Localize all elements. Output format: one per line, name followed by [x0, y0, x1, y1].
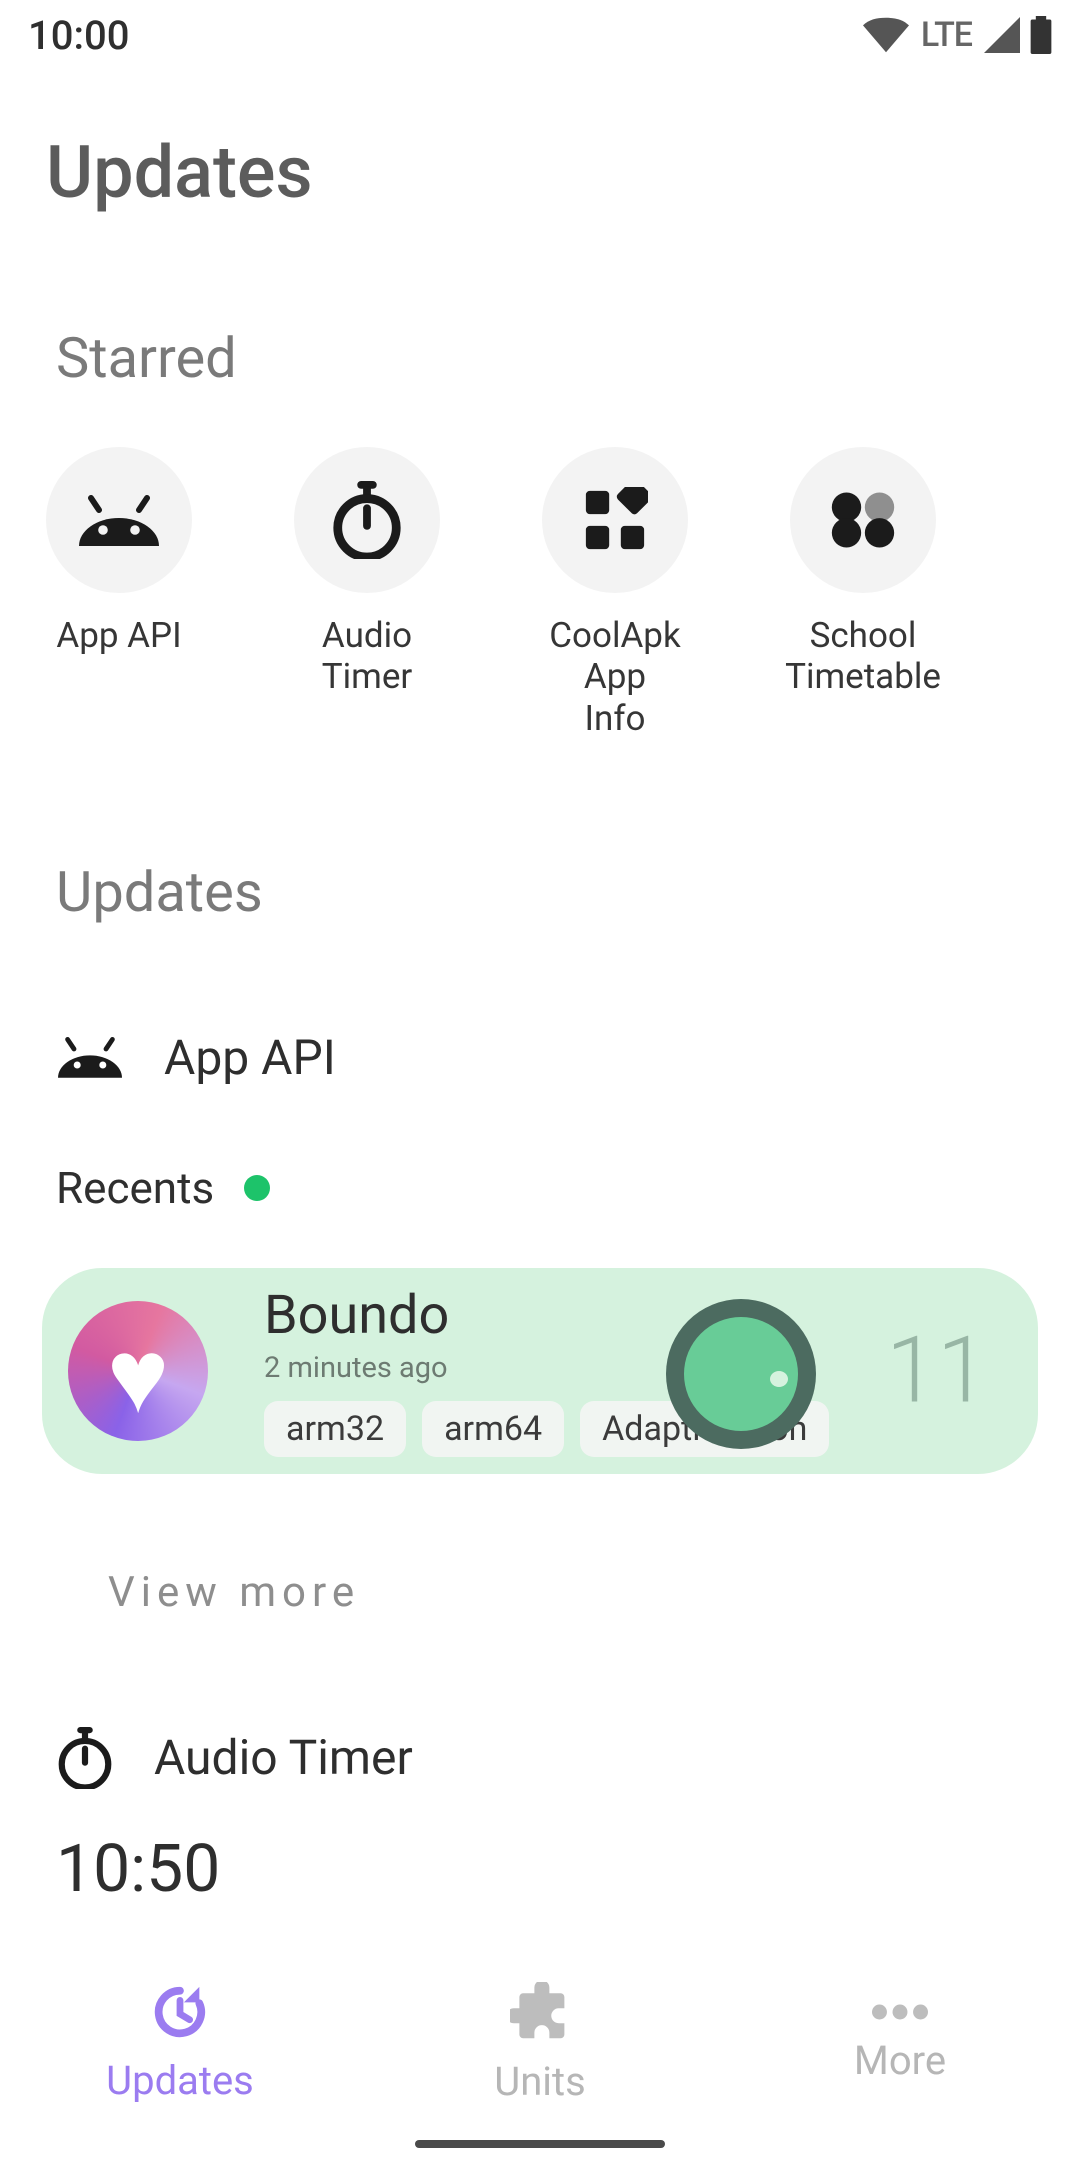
- widgets-icon: [542, 447, 688, 593]
- gesture-bar[interactable]: [415, 2140, 665, 2148]
- widget-audio-timer-header[interactable]: Audio Timer: [0, 1727, 1080, 1789]
- tag-arch: arm32: [264, 1401, 406, 1457]
- battery-icon: [1030, 16, 1052, 54]
- widget-app-api-header[interactable]: App API: [0, 1029, 1080, 1086]
- api-level: 11: [886, 1317, 988, 1424]
- starred-label: App API: [56, 615, 181, 656]
- widget-title: Audio Timer: [154, 1729, 413, 1786]
- nav-label: Units: [494, 2058, 585, 2105]
- nav-tab-updates[interactable]: Updates: [0, 1958, 360, 2128]
- tag-row: arm32 arm64 Adaptive icon: [264, 1401, 984, 1457]
- section-starred-heading: Starred: [0, 325, 1080, 391]
- clock-refresh-icon: [151, 1983, 209, 2041]
- android-version-disc-icon: [666, 1299, 816, 1449]
- android-icon: [58, 1035, 122, 1079]
- timer-value: 10:50: [0, 1831, 1080, 1908]
- starred-row: App API Audio Timer CoolApk AppInfo Scho…: [0, 391, 1080, 739]
- app-card-boundo[interactable]: Boundo 2 minutes ago arm32 arm64 Adaptiv…: [42, 1268, 1038, 1474]
- nav-label: Updates: [106, 2057, 254, 2104]
- puzzle-icon: [510, 1982, 570, 2042]
- status-right: LTE: [863, 15, 1052, 55]
- bottom-nav: Updates Units More: [0, 1958, 1080, 2128]
- starred-item-audio-timer[interactable]: Audio Timer: [282, 447, 452, 739]
- starred-item-app-api[interactable]: App API: [34, 447, 204, 739]
- nav-tab-more[interactable]: More: [720, 1958, 1080, 2128]
- recents-label: Recents: [56, 1162, 214, 1214]
- app-name: Boundo: [264, 1284, 984, 1347]
- starred-item-coolapk[interactable]: CoolApk AppInfo: [530, 447, 700, 739]
- section-updates-heading: Updates: [0, 859, 1080, 925]
- network-type: LTE: [921, 15, 972, 55]
- nav-label: More: [854, 2037, 946, 2084]
- widget-title: App API: [164, 1029, 336, 1086]
- recents-row: Recents: [0, 1162, 1080, 1214]
- fourdots-icon: [790, 447, 936, 593]
- wifi-icon: [863, 17, 909, 53]
- app-icon-boundo: [68, 1301, 208, 1441]
- page-title: Updates: [0, 70, 1080, 215]
- starred-item-school-timetable[interactable]: SchoolTimetable: [778, 447, 948, 739]
- new-indicator-dot: [244, 1175, 270, 1201]
- starred-label: CoolApk AppInfo: [530, 615, 700, 739]
- android-icon: [46, 447, 192, 593]
- tag-arch: arm64: [422, 1401, 564, 1457]
- nav-tab-units[interactable]: Units: [360, 1958, 720, 2128]
- cellular-icon: [984, 17, 1020, 53]
- stopwatch-icon: [294, 447, 440, 593]
- app-card-body: Boundo 2 minutes ago arm32 arm64 Adaptiv…: [264, 1284, 984, 1457]
- view-more-button[interactable]: View more: [0, 1568, 1080, 1617]
- status-bar: 10:00 LTE: [0, 0, 1080, 70]
- dots-icon: [872, 2003, 928, 2021]
- status-time: 10:00: [28, 12, 129, 59]
- stopwatch-icon: [58, 1727, 112, 1789]
- starred-label: Audio Timer: [282, 615, 452, 698]
- starred-label: SchoolTimetable: [785, 615, 941, 698]
- app-subtitle: 2 minutes ago: [264, 1351, 984, 1385]
